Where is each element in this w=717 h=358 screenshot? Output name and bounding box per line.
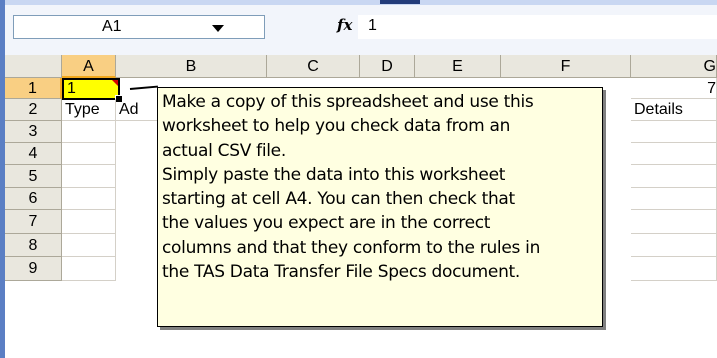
column-header-g[interactable]: G (631, 55, 717, 78)
row-header-7[interactable]: 7 (5, 210, 62, 234)
comment-line: the values you expect are in the correct (162, 213, 491, 234)
cell-g6[interactable] (631, 188, 717, 210)
column-header-f[interactable]: F (501, 55, 631, 78)
cell-g3[interactable] (631, 121, 717, 143)
cell-g4[interactable] (631, 143, 717, 165)
formula-input[interactable]: 1 (358, 15, 717, 39)
row-header-2[interactable]: 2 (5, 99, 62, 121)
cell-a4[interactable] (62, 143, 116, 165)
name-box-value: A1 (102, 18, 122, 35)
row-header-8[interactable]: 8 (5, 234, 62, 257)
comment-line: starting at cell A4. You can then check … (162, 189, 515, 210)
comment-line: the TAS Data Transfer File Specs documen… (162, 262, 521, 283)
cell-b2[interactable]: Ad (116, 99, 162, 121)
cell-a5[interactable] (62, 165, 116, 188)
select-all-corner[interactable] (5, 55, 62, 78)
column-header-c[interactable]: C (267, 55, 360, 78)
row-header-5[interactable]: 5 (5, 165, 62, 188)
comment-line: actual CSV file. (162, 140, 286, 161)
cell-g8[interactable] (631, 234, 717, 257)
comment-line: columns and that they conform to the rul… (162, 237, 541, 258)
cell-comment-popup: Make a copy of this spreadsheet and use … (157, 87, 603, 327)
row-header-1[interactable]: 1 (5, 78, 62, 99)
column-header-a[interactable]: A (62, 55, 116, 78)
cell-a8[interactable] (62, 234, 116, 257)
row-header-4[interactable]: 4 (5, 143, 62, 165)
cell-a3[interactable] (62, 121, 116, 143)
comment-line: worksheet to help you check data from an (162, 116, 511, 137)
cell-g2[interactable]: Details (631, 99, 717, 121)
chevron-down-icon[interactable] (212, 25, 224, 32)
column-header-e[interactable]: E (415, 55, 501, 78)
comment-line: Make a copy of this spreadsheet and use … (162, 92, 534, 112)
row-header-3[interactable]: 3 (5, 121, 62, 143)
row-header-6[interactable]: 6 (5, 188, 62, 210)
function-icon[interactable]: fx (337, 16, 352, 34)
column-header-b[interactable]: B (116, 55, 267, 78)
cell-a2[interactable]: Type (62, 99, 116, 121)
cell-a6[interactable] (62, 188, 116, 210)
window-frame-accent (380, 0, 420, 4)
comment-pointer-line (129, 85, 158, 90)
cell-g5[interactable] (631, 165, 717, 188)
formula-bar: A1 fx 1 (5, 5, 717, 56)
cell-a9[interactable] (62, 257, 116, 281)
cell-a7[interactable] (62, 210, 116, 234)
comment-line: Simply paste the data into this workshee… (162, 164, 506, 185)
cell-b3-b9[interactable] (116, 121, 162, 281)
comment-indicator-icon (112, 80, 118, 86)
cell-g9[interactable] (631, 257, 717, 281)
cell-g1[interactable]: 7 (631, 78, 717, 99)
name-box[interactable]: A1 (13, 15, 265, 39)
cell-g7[interactable] (631, 210, 717, 234)
column-header-d[interactable]: D (360, 55, 415, 78)
row-header-9[interactable]: 9 (5, 257, 62, 281)
formula-value: 1 (368, 17, 377, 34)
